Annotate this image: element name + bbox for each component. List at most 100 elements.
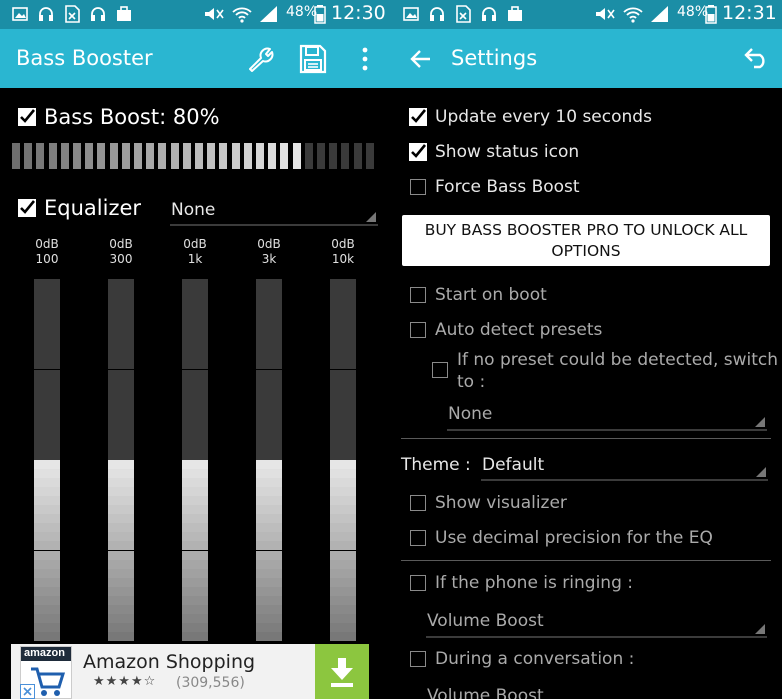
start-boot-checkbox[interactable] [410, 287, 426, 303]
overflow-menu-icon[interactable] [358, 47, 372, 71]
eq-segment [34, 306, 60, 316]
visualizer-label: Show visualizer [435, 493, 567, 513]
divider [401, 560, 771, 561]
battery-percent: 48% [286, 4, 318, 20]
eq-segment [182, 568, 208, 578]
amazon-logo-text: amazon [24, 647, 65, 659]
boost-segment [146, 143, 155, 169]
briefcase-notification-icon [508, 6, 522, 21]
boost-segment [24, 143, 33, 169]
eq-segment [330, 496, 356, 506]
eq-segment [34, 360, 60, 370]
eq-segment [108, 496, 134, 506]
eq-segment [182, 297, 208, 307]
eq-segment [34, 469, 60, 479]
eq-band-slider[interactable] [182, 279, 208, 641]
eq-segment [182, 577, 208, 587]
eq-segment [256, 378, 282, 388]
ringing-spinner[interactable]: Volume Boost [426, 607, 767, 639]
divider [401, 438, 771, 439]
buy-pro-label: BUY BASS BOOSTER PRO TO UNLOCK ALL OPTIO… [424, 220, 748, 260]
ad-rating-stars: ★★★★☆ [93, 674, 157, 689]
eq-segment [256, 631, 282, 641]
eq-band-frequency: 3k [261, 252, 277, 266]
eq-band-slider[interactable] [256, 279, 282, 641]
eq-segment [256, 351, 282, 361]
boost-segment [231, 143, 240, 169]
save-icon[interactable] [299, 44, 327, 74]
eq-segment [256, 487, 282, 497]
ad-banner[interactable]: amazon Amazon Shopping ★★★★☆ (309,556) [11, 644, 369, 699]
eq-segment [256, 586, 282, 596]
eq-segment [34, 405, 60, 415]
visualizer-checkbox[interactable] [410, 495, 426, 511]
update-checkbox[interactable] [409, 108, 427, 126]
boost-segment [158, 143, 167, 169]
force-boost-checkbox[interactable] [410, 179, 426, 195]
wrench-icon[interactable] [244, 43, 276, 75]
eq-segment [330, 586, 356, 596]
clock: 12:30 [331, 2, 386, 24]
undo-icon[interactable] [744, 47, 770, 69]
clock: 12:31 [722, 2, 777, 24]
eq-segment [34, 532, 60, 542]
app-title: Bass Booster [16, 46, 153, 70]
theme-spinner[interactable]: Default [481, 451, 768, 483]
eq-segment [108, 333, 134, 343]
conversation-spinner[interactable]: Volume Boost [426, 683, 767, 699]
equalizer-checkbox[interactable] [18, 199, 36, 217]
eq-segment [256, 297, 282, 307]
equalizer-preset-spinner[interactable]: None [170, 196, 378, 228]
no-preset-checkbox[interactable] [432, 362, 448, 378]
eq-segment [108, 550, 134, 560]
ad-info-icon[interactable] [20, 684, 35, 699]
status-icon-checkbox[interactable] [409, 143, 427, 161]
conversation-checkbox[interactable] [410, 651, 426, 667]
decimal-checkbox[interactable] [410, 530, 426, 546]
eq-segment [108, 622, 134, 632]
eq-segment [330, 559, 356, 569]
eq-band-slider[interactable] [330, 279, 356, 641]
eq-segment [256, 423, 282, 433]
eq-segment [182, 460, 208, 469]
eq-segment [182, 523, 208, 533]
bass-boost-checkbox[interactable] [18, 108, 36, 126]
eq-segment [330, 532, 356, 542]
eq-segment [34, 288, 60, 298]
no-preset-spinner[interactable]: None [447, 400, 767, 432]
eq-band-slider[interactable] [34, 279, 60, 641]
eq-segment [34, 523, 60, 533]
eq-segment [34, 423, 60, 433]
ringing-checkbox[interactable] [410, 575, 426, 591]
eq-band-slider[interactable] [108, 279, 134, 641]
eq-segment [108, 360, 134, 370]
signal-icon [260, 6, 277, 22]
eq-segment [330, 550, 356, 560]
ringing-value: Volume Boost [427, 611, 544, 631]
eq-segment [34, 631, 60, 641]
boost-segment [292, 143, 301, 169]
bass-boost-slider[interactable] [0, 0, 391, 169]
spinner-underline [481, 479, 768, 481]
no-preset-label-line2: to : [457, 372, 486, 392]
eq-segment [182, 342, 208, 352]
eq-segment [108, 297, 134, 307]
eq-segment [182, 613, 208, 623]
eq-segment [256, 505, 282, 515]
eq-segment [330, 378, 356, 388]
eq-segment [330, 487, 356, 497]
auto-detect-checkbox[interactable] [410, 322, 426, 338]
headphones-notification-icon-2 [91, 7, 105, 21]
back-arrow-icon[interactable] [410, 49, 432, 69]
eq-segment [108, 604, 134, 614]
eq-segment [108, 279, 134, 288]
eq-segment [330, 324, 356, 334]
eq-segment [330, 505, 356, 515]
eq-segment [34, 550, 60, 560]
eq-segment [182, 550, 208, 560]
buy-pro-button[interactable]: BUY BASS BOOSTER PRO TO UNLOCK ALL OPTIO… [402, 215, 770, 266]
briefcase-notification-icon [117, 6, 131, 21]
battery-icon [314, 5, 326, 24]
boost-segment [60, 143, 69, 169]
ad-download-button[interactable] [315, 644, 369, 699]
